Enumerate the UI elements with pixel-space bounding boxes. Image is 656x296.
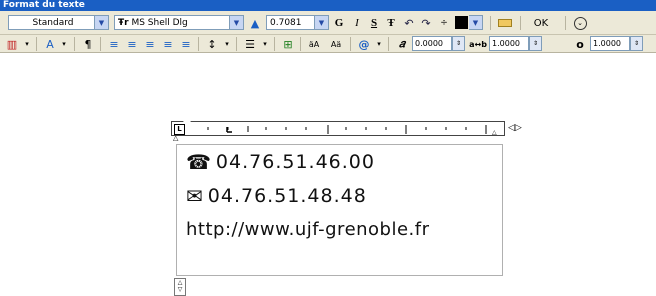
color-combo[interactable]: ▼ [469,15,483,30]
chevron-down-icon[interactable]: ▼ [229,16,243,29]
align-center-icon[interactable]: ≡ [124,36,140,52]
width-factor-icon: o [576,37,584,51]
options-chevron-icon: ⌄ [573,16,587,30]
width-factor-spinner[interactable]: ⇕ [590,36,643,51]
separator [350,37,351,51]
url-text: http://www.ujf-grenoble.fr [186,219,430,240]
ruler-width-handle-icon[interactable]: ◁▷ [508,123,522,133]
style-combo[interactable]: Standard ▼ [8,15,109,30]
oblique-angle-icon: 𝑎 [399,37,405,50]
chevron-down-icon[interactable]: ▼ [314,16,328,29]
symbol-icon[interactable]: @ [356,36,372,52]
width-factor-input[interactable] [590,36,630,51]
align-left-icon[interactable]: ≡ [106,36,122,52]
columns-icon[interactable]: ▥ [4,36,20,52]
separator [100,37,101,51]
ruler-icon [498,19,512,27]
telephone-icon: ☎ [186,150,212,174]
separator [300,37,301,51]
stack-button[interactable]: ÷ [436,15,452,31]
ok-button[interactable]: OK [530,15,552,31]
tracking-input[interactable] [489,36,529,51]
editor-line-fax: ✉ 04.76.51.48.48 [186,184,367,208]
chevron-down-icon[interactable]: ▾ [219,36,235,52]
font-combo-value: MS Shell Dlg [131,17,188,28]
overline-button[interactable]: Ŧ [383,15,399,31]
toolbar-title: Format du texte [0,0,656,11]
spin-arrows-icon[interactable]: ⇕ [529,36,542,51]
formatting-toolbar-row-1: Standard ▼ Ŧr MS Shell Dlg ▼ ▲ 0.7081 ▼ … [0,11,656,35]
underline-button[interactable]: S [366,15,382,31]
redo-button[interactable]: ↷ [418,15,434,31]
separator [198,37,199,51]
style-combo-value: Standard [32,17,74,28]
chevron-down-icon[interactable]: ▾ [56,36,72,52]
justify-icon[interactable]: ≡ [160,36,176,52]
line-spacing-icon[interactable]: ↕ [204,36,220,52]
separator [274,37,275,51]
editor-line-url: http://www.ujf-grenoble.fr [186,219,430,240]
separator [520,16,521,30]
text-height-value: 0.7081 [270,17,302,28]
chevron-down-icon[interactable]: ▾ [19,36,35,52]
align-right-icon[interactable]: ≡ [142,36,158,52]
formatting-toolbar-row-2: ▥ ▾ A ▾ ¶ ≡ ≡ ≡ ≡ ≡ ↕ ▾ ☰ ▾ ⊞ äA Aä @ ▾ … [0,35,656,53]
oblique-angle-spinner[interactable]: ⇕ [412,36,465,51]
right-indent-marker[interactable]: △ [492,129,497,136]
bold-button[interactable]: G [331,15,347,31]
separator [565,16,566,30]
separator [490,16,491,30]
paragraph-icon[interactable]: ¶ [80,36,96,52]
oblique-angle-input[interactable] [412,36,452,51]
truetype-font-icon: Ŧr [118,17,129,28]
ruler-button[interactable] [497,15,513,31]
tracking-spinner[interactable]: ⇕ [489,36,542,51]
fax-text: 04.76.51.48.48 [207,185,367,207]
separator [74,37,75,51]
undo-button[interactable]: ↶ [401,15,417,31]
uppercase-icon[interactable]: äA [306,36,322,52]
envelope-icon: ✉ [186,184,204,208]
insert-field-icon[interactable]: ⊞ [280,36,296,52]
italic-button[interactable]: I [349,15,365,31]
chevron-down-icon[interactable]: ▾ [371,36,387,52]
first-indent-marker[interactable] [183,121,191,126]
chevron-down-icon[interactable]: ▼ [94,16,108,29]
options-button[interactable]: ⌄ [572,15,588,31]
spin-arrows-icon[interactable]: ⇕ [630,36,643,51]
chevron-down-icon[interactable]: ▾ [257,36,273,52]
editor-line-phone: ☎ 04.76.51.46.00 [186,150,375,174]
color-swatch[interactable] [455,16,468,29]
separator [388,37,389,51]
phone-text: 04.76.51.46.00 [215,151,375,173]
chevron-down-icon[interactable]: ▼ [469,16,482,29]
text-ruler[interactable]: L △ [171,121,505,136]
separator [36,37,37,51]
text-height-combo[interactable]: 0.7081 ▼ [266,15,329,30]
left-indent-marker[interactable]: △ [173,134,178,142]
tracking-icon: a↔b [469,39,487,49]
font-combo[interactable]: Ŧr MS Shell Dlg ▼ [114,15,244,30]
numbering-icon[interactable]: ☰ [242,36,258,52]
height-resize-handle-icon[interactable]: △ ▽ [174,278,186,296]
text-height-icon: ▲ [250,16,260,30]
separator [236,37,237,51]
lowercase-icon[interactable]: Aä [328,36,344,52]
spin-arrows-icon[interactable]: ⇕ [452,36,465,51]
ruler-ticks [207,125,487,134]
distribute-icon[interactable]: ≡ [178,36,194,52]
